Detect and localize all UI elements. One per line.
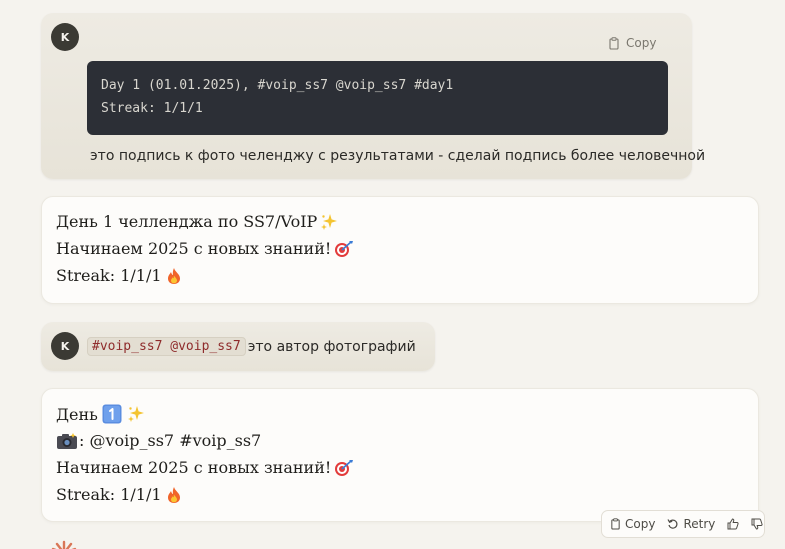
user-message-text: #voip_ss7 @voip_ss7 это автор фотографий	[87, 337, 416, 356]
code-line: Day 1 (01.01.2025), #voip_ss7 @voip_ss7 …	[101, 78, 454, 93]
retry-button[interactable]: Retry	[667, 517, 715, 531]
user-message-1: K Copy Day 1 (01.01.2025), #voip_ss7 @vo…	[41, 13, 705, 179]
retry-label: Retry	[683, 517, 716, 531]
assistant-line: Начинаем 2025 с новых знаний!	[56, 239, 354, 258]
sparkles-icon	[127, 405, 145, 423]
fire-icon	[165, 267, 183, 285]
chat-page: K Copy Day 1 (01.01.2025), #voip_ss7 @vo…	[0, 0, 785, 549]
user-avatar: K	[51, 23, 79, 51]
sparkles-icon	[320, 213, 338, 231]
copy-label: Copy	[626, 36, 657, 50]
user-avatar: K	[51, 332, 79, 360]
clipboard-icon	[608, 36, 620, 50]
fire-icon	[165, 486, 183, 504]
user-text-tail: это автор фотографий	[247, 338, 416, 355]
user-message-2: K #voip_ss7 @voip_ss7 это автор фотограф…	[41, 322, 435, 371]
camera-icon	[56, 432, 78, 450]
thumbs-up-button[interactable]	[727, 518, 739, 530]
message-action-bar: Copy Retry	[601, 510, 765, 538]
retry-icon	[667, 518, 679, 530]
line-text: День 1 челленджа по SS7/VoIP	[56, 212, 318, 231]
assistant-line: Начинаем 2025 с новых знаний!	[56, 458, 354, 477]
keycap-one-icon	[102, 404, 122, 424]
claude-logo-icon	[49, 539, 79, 549]
assistant-line: Streak: 1/1/1	[56, 485, 183, 504]
code-line: Streak: 1/1/1	[101, 101, 203, 116]
copy-label: Copy	[625, 517, 656, 531]
line-text: Streak: 1/1/1	[56, 485, 162, 504]
code-block: Day 1 (01.01.2025), #voip_ss7 @voip_ss7 …	[87, 61, 668, 135]
assistant-line: Streak: 1/1/1	[56, 266, 183, 285]
line-text: День	[56, 404, 98, 424]
thumbs-up-icon	[727, 518, 739, 530]
thumbs-down-button[interactable]	[751, 518, 763, 530]
line-text: Streak: 1/1/1	[56, 266, 162, 285]
target-icon	[334, 240, 354, 258]
copy-code-button[interactable]: Copy	[608, 36, 656, 50]
assistant-message-2: День : @voip_ss7 #voip_ss7 Начинаем 2025…	[41, 388, 759, 522]
line-text: Начинаем 2025 с новых знаний!	[56, 239, 332, 258]
assistant-line: : @voip_ss7 #voip_ss7	[56, 431, 261, 450]
clipboard-icon	[610, 518, 621, 530]
assistant-line: День	[56, 404, 145, 424]
line-text: : @voip_ss7 #voip_ss7	[79, 431, 262, 450]
line-text: Начинаем 2025 с новых знаний!	[56, 458, 332, 477]
thumbs-down-icon	[751, 518, 763, 530]
assistant-message-1: День 1 челленджа по SS7/VoIP Начинаем 20…	[41, 196, 759, 304]
target-icon	[334, 459, 354, 477]
user-message-text: это подпись к фото челенджу с результата…	[90, 148, 706, 164]
copy-button[interactable]: Copy	[610, 517, 655, 531]
inline-code: #voip_ss7 @voip_ss7	[87, 337, 246, 356]
assistant-line: День 1 челленджа по SS7/VoIP	[56, 212, 338, 231]
